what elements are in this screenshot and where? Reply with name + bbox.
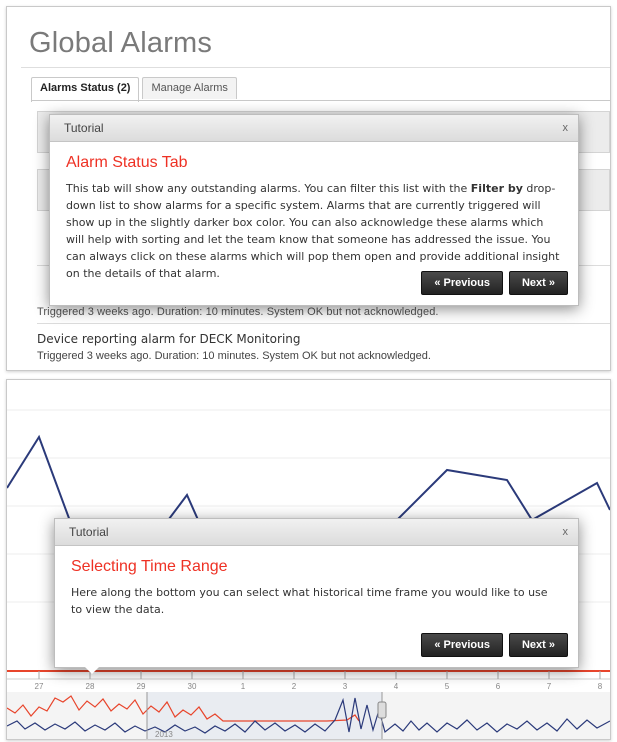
dialog-body: This tab will show any outstanding alarm… [66,180,560,282]
list-item[interactable]: Device reporting alarm for DECK Monitori… [37,332,600,362]
time-axis-label: 30 [188,682,197,691]
dialog-header: Tutorial x [55,519,578,546]
close-icon[interactable]: x [563,115,569,141]
navigator-handle-grip [377,701,387,719]
previous-button[interactable]: « Previous [421,271,503,295]
alarm-title: Device reporting alarm for DECK Monitori… [37,332,301,346]
navigator-selection [147,692,382,739]
alarm-row-partial-detail: Triggered 3 weeks ago. Duration: 10 minu… [37,306,439,318]
dialog-body-bold: Filter by [470,182,523,195]
time-axis-label: 29 [137,682,146,691]
dialog-title: Tutorial [64,121,104,135]
next-button[interactable]: Next » [508,271,568,295]
next-button[interactable]: Next » [508,633,568,657]
time-axis-label: 1 [241,682,246,691]
previous-button[interactable]: « Previous [421,633,503,657]
time-axis-label: 8 [598,682,603,691]
time-axis-labels: 27 28 29 30 1 2 3 4 5 6 7 8 [35,682,603,691]
tab-alarms-status[interactable]: Alarms Status (2) [31,77,140,102]
dialog-heading: Selecting Time Range [71,558,228,575]
close-icon[interactable]: x [563,519,569,545]
time-axis-label: 6 [496,682,501,691]
tab-manage-alarms[interactable]: Manage Alarms [142,77,237,99]
dialog-buttons: « Previous Next » [415,633,568,657]
dialog-pointer [84,666,100,674]
row-divider [37,323,610,324]
dialog-title: Tutorial [69,525,109,539]
dialog-body-text: drop-down list to show alarms for a spec… [66,182,560,280]
dialog-body: Here along the bottom you can select wha… [71,586,548,616]
tutorial-dialog: Tutorial x Alarm Status Tab This tab wil… [49,114,579,306]
time-axis-label: 28 [86,682,95,691]
navigator-year-label: 2013 [155,730,173,739]
title-divider [21,67,610,68]
dialog-body-text: This tab will show any outstanding alarm… [66,182,471,195]
dialog-buttons: « Previous Next » [415,271,568,295]
time-axis-label: 5 [445,682,450,691]
alarm-detail: Triggered 3 weeks ago. Duration: 10 minu… [37,350,431,362]
time-axis-label: 27 [35,682,44,691]
tab-bar: Alarms Status (2) Manage Alarms [31,77,240,102]
alarms-status-screenshot: Global Alarms Alarms Status (2) Manage A… [6,6,611,371]
page-title: Global Alarms [29,27,213,59]
time-range-screenshot: 27 28 29 30 1 2 3 4 5 6 7 8 2013 Tutorial x Selecti… [6,379,611,740]
tutorial-dialog: Tutorial x Selecting Time Range Here alo… [54,518,579,668]
time-axis-ticks [38,671,601,679]
tabs-divider [31,100,610,101]
time-axis-label: 3 [343,682,348,691]
time-axis-label: 7 [547,682,552,691]
time-axis-label: 4 [394,682,399,691]
time-axis-label: 2 [292,682,297,691]
dialog-heading: Alarm Status Tab [66,154,188,171]
dialog-header: Tutorial x [50,115,578,142]
